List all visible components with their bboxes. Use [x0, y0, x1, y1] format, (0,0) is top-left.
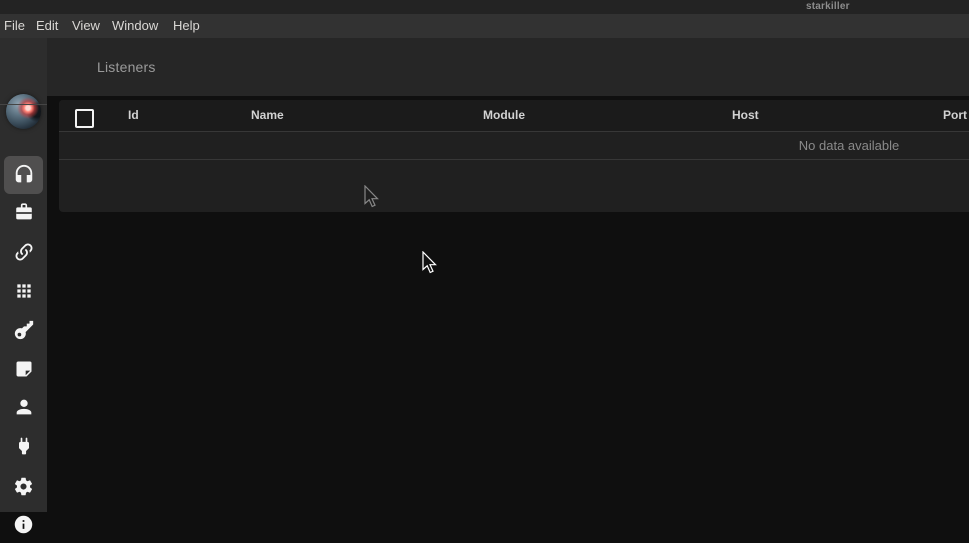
sidebar-item-stagers[interactable] — [4, 193, 43, 231]
plug-icon — [14, 436, 34, 456]
sidebar — [0, 38, 47, 512]
table-header-row: Id Name Module Host Port — [59, 100, 969, 131]
column-header-name[interactable]: Name — [251, 100, 284, 131]
briefcase-icon — [13, 201, 35, 223]
person-icon — [13, 396, 35, 418]
menu-file[interactable]: File — [4, 14, 25, 38]
sidebar-item-settings[interactable] — [4, 467, 43, 505]
page-toolbar: Listeners — [47, 38, 969, 96]
window-title: starkiller — [806, 1, 850, 12]
sidebar-item-users[interactable] — [4, 388, 43, 426]
gear-icon — [13, 476, 34, 497]
menu-window[interactable]: Window — [112, 14, 158, 38]
column-header-port[interactable]: Port — [943, 100, 967, 131]
note-icon — [14, 359, 34, 379]
sidebar-item-agents[interactable] — [4, 233, 43, 271]
title-bar: starkiller — [0, 0, 969, 14]
table-divider — [59, 159, 969, 160]
sidebar-item-about[interactable] — [4, 505, 43, 543]
menu-edit[interactable]: Edit — [36, 14, 58, 38]
starkiller-logo — [6, 94, 41, 129]
link-icon — [13, 241, 35, 263]
grid-icon — [14, 281, 34, 301]
menu-help[interactable]: Help — [173, 14, 200, 38]
empty-state-text: No data available — [799, 138, 899, 153]
table-empty-row: No data available — [59, 132, 969, 159]
sidebar-item-plugins[interactable] — [4, 427, 43, 465]
column-header-host[interactable]: Host — [732, 100, 759, 131]
mouse-cursor-icon — [422, 251, 438, 275]
info-icon — [13, 514, 34, 535]
column-header-module[interactable]: Module — [483, 100, 525, 131]
page-title: Listeners — [97, 59, 156, 75]
key-icon — [13, 319, 35, 341]
column-header-id[interactable]: Id — [128, 100, 139, 131]
sidebar-item-listeners[interactable] — [4, 156, 43, 194]
menu-bar: File Edit View Window Help — [0, 14, 969, 38]
sidebar-item-credentials[interactable] — [4, 311, 43, 349]
sidebar-item-modules[interactable] — [4, 272, 43, 310]
select-all-checkbox[interactable] — [75, 109, 94, 128]
starkiller-window: { "window": { "title": "starkiller" }, "… — [0, 0, 969, 512]
headphones-icon — [13, 164, 35, 186]
sidebar-divider — [0, 104, 47, 105]
listeners-table: Id Name Module Host Port No data availab… — [59, 100, 969, 212]
menu-view[interactable]: View — [72, 14, 100, 38]
sidebar-item-reporting[interactable] — [4, 350, 43, 388]
